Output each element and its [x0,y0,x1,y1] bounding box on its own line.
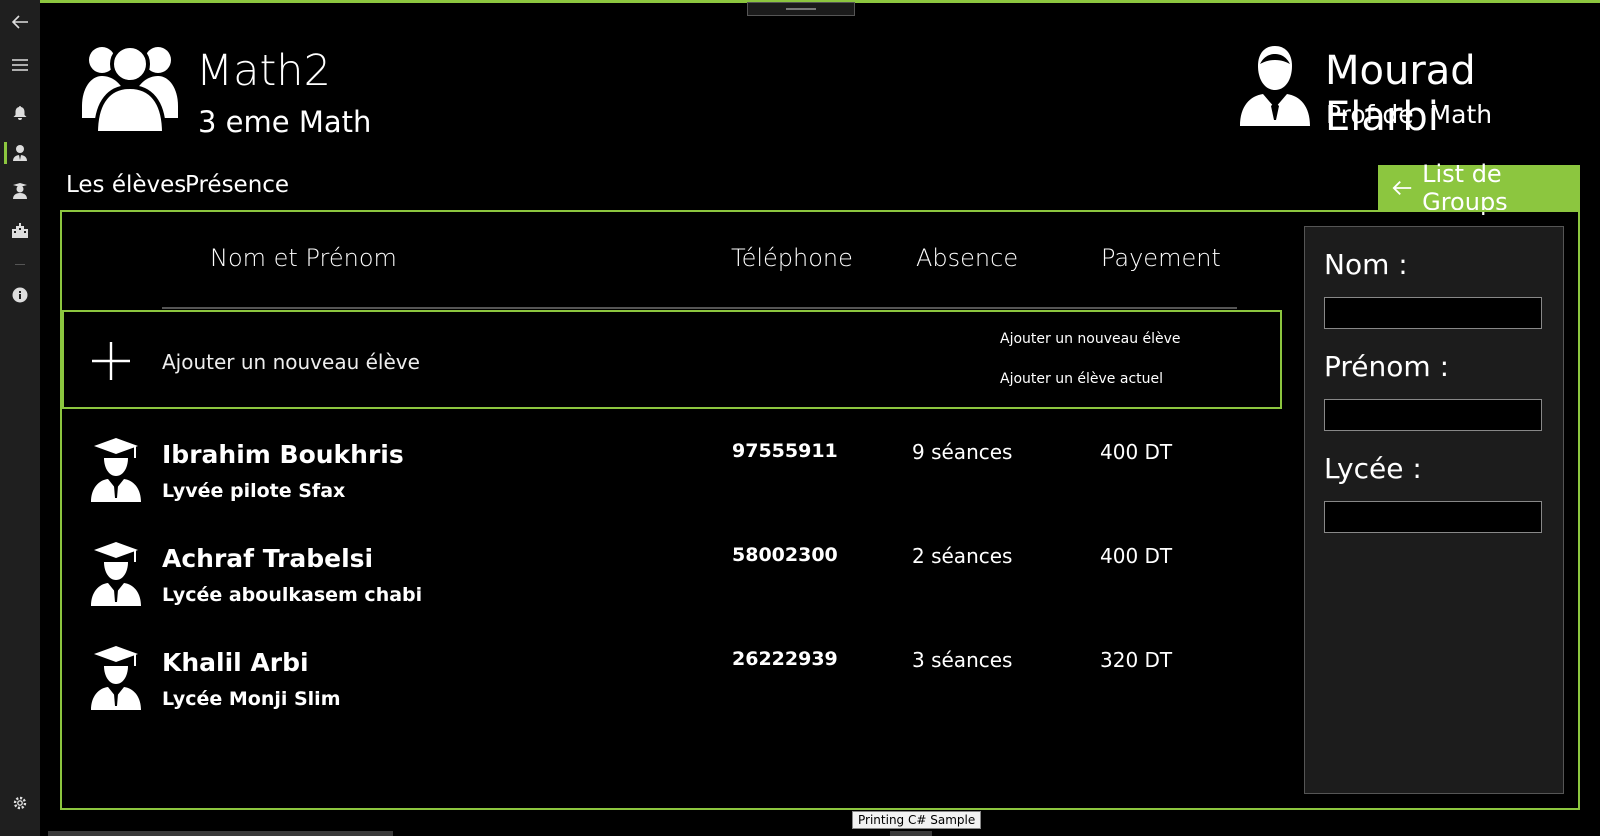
header-divider [162,307,1237,309]
nav-item-school[interactable] [0,215,40,245]
student-absence: 9 séances [912,440,1013,464]
info-icon [12,287,28,303]
groups-list-button[interactable]: List de Groups [1378,160,1580,216]
hamburger-icon [12,59,28,71]
group-people-icon [80,38,180,137]
nom-label: Nom : [1324,248,1408,281]
bell-icon [13,106,27,120]
back-button[interactable] [0,7,40,37]
groups-list-label: List de Groups [1422,159,1508,216]
column-header-absence: Absence [916,244,1019,272]
drag-handle[interactable] [747,2,855,16]
group-level: 3 eme Math [198,105,372,139]
table-row[interactable]: Khalil Arbi Lycée Monji Slim 26222939 3 … [62,644,1272,744]
table-row[interactable]: Achraf Trabelsi Lycée aboulkasem chabi 5… [62,540,1272,640]
student-phone: 26222939 [732,648,838,670]
student-payment: 320 DT [1100,648,1173,672]
student-payment: 400 DT [1100,440,1173,464]
column-header-payment: Payement [1101,244,1221,272]
student-name: Achraf Trabelsi [162,544,374,573]
add-student-label[interactable]: Ajouter un nouveau élève [162,350,420,374]
student-name: Khalil Arbi [162,648,309,677]
group-title: Math2 [196,46,331,96]
graduate-icon [90,540,142,610]
column-header-name: Nom et Prénom [210,244,397,272]
teacher-role: Prof de Math [1326,100,1493,129]
graduate-icon [90,436,142,506]
graduate-icon [90,644,142,714]
nom-input[interactable] [1324,297,1542,329]
table-row[interactable]: Ibrahim Boukhris Lyvée pilote Sfax 97555… [62,436,1272,536]
arrow-left-icon [1392,180,1412,195]
column-header-phone: Téléphone [731,244,853,272]
nav-item-info[interactable] [0,280,40,310]
student-phone: 97555911 [732,440,838,462]
tab-attendance[interactable]: Présence [185,172,289,198]
plus-icon [90,340,132,386]
student-name: Ibrahim Boukhris [162,440,404,469]
prenom-label: Prénom : [1324,350,1450,383]
settings-button[interactable] [0,788,40,818]
menu-item-add-existing[interactable]: Ajouter un élève actuel [1000,371,1163,387]
horizontal-scrollbar[interactable] [48,831,393,836]
teacher-icon [13,145,27,161]
student-absence: 3 séances [912,648,1013,672]
lycee-input[interactable] [1324,501,1542,533]
student-icon [13,183,27,199]
student-payment: 400 DT [1100,544,1173,568]
tooltip: Printing C# Sample [852,811,982,829]
tab-students[interactable]: Les élèves [66,172,186,198]
nav-item-students[interactable] [0,176,40,206]
building-icon [12,223,28,238]
student-absence: 2 séances [912,544,1013,568]
prenom-input[interactable] [1324,399,1542,431]
nav-item-teacher[interactable] [0,138,40,168]
student-school: Lycée aboulkasem chabi [162,584,423,606]
nav-item-notifications[interactable] [0,98,40,128]
nav-separator [15,264,25,265]
student-phone: 58002300 [732,544,838,566]
menu-button[interactable] [0,50,40,80]
menu-item-add-new[interactable]: Ajouter un nouveau élève [1000,331,1181,347]
scrollbar-thumb[interactable] [890,831,932,836]
student-school: Lycée Monji Slim [162,688,341,710]
back-arrow-icon [11,15,28,29]
nav-rail [0,0,40,836]
student-school: Lyvée pilote Sfax [162,480,346,502]
gear-icon [13,796,27,810]
lycee-label: Lycée : [1324,452,1422,485]
teacher-avatar-icon [1240,46,1310,130]
